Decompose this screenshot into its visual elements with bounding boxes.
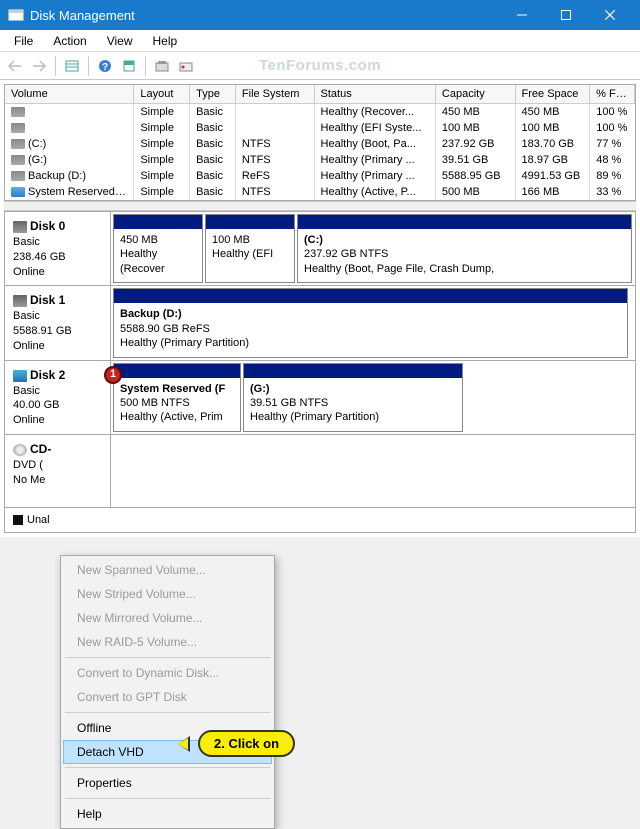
table-header: Volume Layout Type File System Status Ca… xyxy=(5,85,635,104)
menu-item-new-striped-volume: New Striped Volume... xyxy=(63,582,272,606)
action1-button[interactable] xyxy=(151,55,173,77)
separator xyxy=(145,56,146,76)
separator xyxy=(88,56,89,76)
disk-icon xyxy=(13,370,27,382)
menu-view[interactable]: View xyxy=(97,32,143,50)
disk-row: CD-DVD (No Me xyxy=(5,435,635,507)
menu-item-convert-to-dynamic-disk: Convert to Dynamic Disk... xyxy=(63,661,272,685)
partition-bar xyxy=(244,364,462,378)
disk-icon xyxy=(13,295,27,307)
table-row[interactable]: (C:)SimpleBasicNTFSHealthy (Boot, Pa...2… xyxy=(5,136,635,152)
menu-separator xyxy=(65,767,270,768)
col-layout[interactable]: Layout xyxy=(134,85,190,103)
svg-text:?: ? xyxy=(102,62,108,73)
window-title: Disk Management xyxy=(30,8,500,23)
refresh-button[interactable] xyxy=(118,55,140,77)
partition[interactable]: 450 MBHealthy (Recover xyxy=(113,214,203,283)
menu-action[interactable]: Action xyxy=(43,32,96,50)
disk-row: 1Disk 2Basic40.00 GBOnlineSystem Reserve… xyxy=(5,361,635,435)
volume-icon xyxy=(11,107,25,117)
disk-icon xyxy=(13,221,27,233)
partition[interactable]: 100 MBHealthy (EFI xyxy=(205,214,295,283)
legend-row: Unal xyxy=(5,507,635,532)
menu-file[interactable]: File xyxy=(4,32,43,50)
forward-button[interactable] xyxy=(28,55,50,77)
partition-bar xyxy=(206,215,294,229)
titlebar: Disk Management xyxy=(0,0,640,30)
col-filesystem[interactable]: File System xyxy=(236,85,315,103)
watermark: TenForums.com xyxy=(259,57,381,74)
context-menu: New Spanned Volume...New Striped Volume.… xyxy=(60,555,275,829)
partition[interactable]: (C:)237.92 GB NTFSHealthy (Boot, Page Fi… xyxy=(297,214,632,283)
col-capacity[interactable]: Capacity xyxy=(436,85,516,103)
menu-separator xyxy=(65,798,270,799)
volume-icon xyxy=(11,123,25,133)
disk-panel: Disk 0Basic238.46 GBOnline450 MBHealthy … xyxy=(4,211,636,533)
callout-text: 2. Click on xyxy=(198,730,295,757)
table-row[interactable]: Backup (D:)SimpleBasicReFSHealthy (Prima… xyxy=(5,168,635,184)
disk-label[interactable]: 1Disk 2Basic40.00 GBOnline xyxy=(5,361,111,434)
maximize-button[interactable] xyxy=(544,0,588,30)
col-freespace[interactable]: Free Space xyxy=(516,85,591,103)
disk-label[interactable]: Disk 0Basic238.46 GBOnline xyxy=(5,212,111,285)
partition[interactable]: Backup (D:)5588.90 GB ReFSHealthy (Prima… xyxy=(113,288,628,357)
partition[interactable]: System Reserved (F500 MB NTFSHealthy (Ac… xyxy=(113,363,241,432)
disk-row: Disk 0Basic238.46 GBOnline450 MBHealthy … xyxy=(5,212,635,286)
volume-icon xyxy=(11,155,25,165)
partition[interactable]: (G:)39.51 GB NTFSHealthy (Primary Partit… xyxy=(243,363,463,432)
disk-icon xyxy=(13,444,27,456)
menubar: File Action View Help xyxy=(0,30,640,52)
menu-item-help[interactable]: Help xyxy=(63,802,272,826)
back-button[interactable] xyxy=(4,55,26,77)
step1-badge: 1 xyxy=(104,366,122,384)
legend-unallocated: Unal xyxy=(5,508,58,532)
help-button[interactable]: ? xyxy=(94,55,116,77)
col-volume[interactable]: Volume xyxy=(5,85,134,103)
col-percentfree[interactable]: % Free xyxy=(590,85,635,103)
menu-item-properties[interactable]: Properties xyxy=(63,771,272,795)
minimize-button[interactable] xyxy=(500,0,544,30)
menu-item-new-raid-5-volume: New RAID-5 Volume... xyxy=(63,630,272,654)
disk-row: Disk 1Basic5588.91 GBOnlineBackup (D:)55… xyxy=(5,286,635,360)
toolbar: ? TenForums.com xyxy=(0,52,640,80)
partition-bar xyxy=(114,364,240,378)
close-button[interactable] xyxy=(588,0,632,30)
menu-help[interactable]: Help xyxy=(143,32,188,50)
menu-item-new-spanned-volume: New Spanned Volume... xyxy=(63,558,272,582)
table-row[interactable]: System Reserved (...SimpleBasicNTFSHealt… xyxy=(5,184,635,200)
partition-bar xyxy=(298,215,631,229)
table-row[interactable]: (G:)SimpleBasicNTFSHealthy (Primary ...3… xyxy=(5,152,635,168)
volume-icon xyxy=(11,187,25,197)
step2-callout: 2. Click on xyxy=(178,730,295,757)
partition-bar xyxy=(114,289,627,303)
splitter[interactable] xyxy=(4,201,636,211)
menu-item-convert-to-gpt-disk: Convert to GPT Disk xyxy=(63,685,272,709)
view-list-button[interactable] xyxy=(61,55,83,77)
app-icon xyxy=(8,7,24,23)
disk-label[interactable]: Disk 1Basic5588.91 GBOnline xyxy=(5,286,111,359)
action2-button[interactable] xyxy=(175,55,197,77)
volume-icon xyxy=(11,171,25,181)
volume-table: Volume Layout Type File System Status Ca… xyxy=(4,84,636,201)
legend-square-icon xyxy=(13,515,23,525)
table-row[interactable]: SimpleBasicHealthy (EFI Syste...100 MB10… xyxy=(5,120,635,136)
col-type[interactable]: Type xyxy=(190,85,236,103)
disk-label[interactable]: CD-DVD (No Me xyxy=(5,435,111,507)
volume-icon xyxy=(11,139,25,149)
col-status[interactable]: Status xyxy=(315,85,436,103)
table-row[interactable]: SimpleBasicHealthy (Recover...450 MB450 … xyxy=(5,104,635,120)
partition-bar xyxy=(114,215,202,229)
menu-item-new-mirrored-volume: New Mirrored Volume... xyxy=(63,606,272,630)
menu-separator xyxy=(65,712,270,713)
separator xyxy=(55,56,56,76)
menu-separator xyxy=(65,657,270,658)
